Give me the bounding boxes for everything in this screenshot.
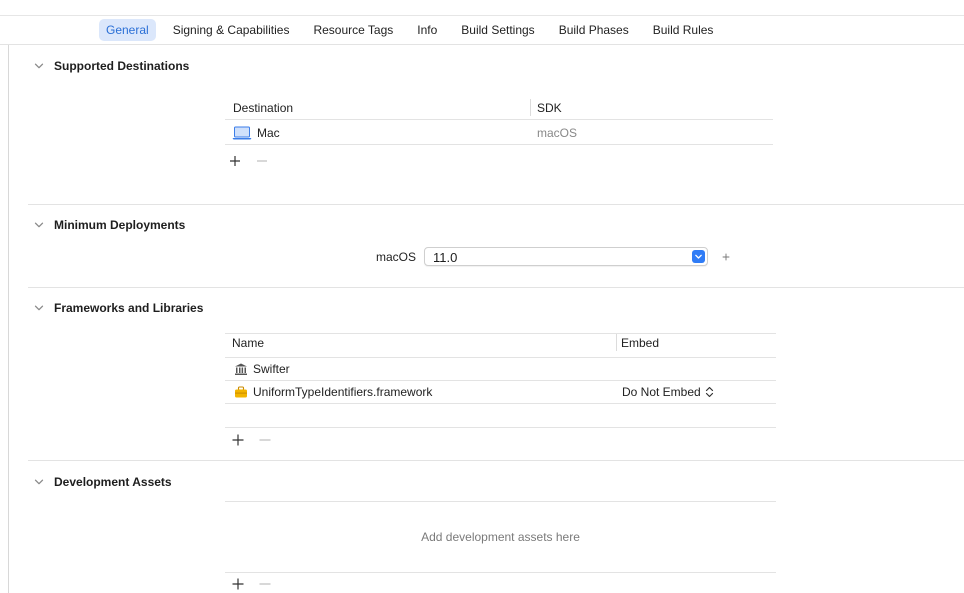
header-divider bbox=[225, 357, 776, 358]
section-divider bbox=[28, 287, 964, 288]
tab-signing-capabilities[interactable]: Signing & Capabilities bbox=[166, 19, 297, 41]
library-icon bbox=[234, 362, 248, 376]
section-minimum-deployments[interactable]: Minimum Deployments bbox=[34, 218, 185, 232]
top-divider bbox=[0, 15, 964, 16]
section-development-assets[interactable]: Development Assets bbox=[34, 475, 172, 489]
destinations-add-remove bbox=[228, 154, 282, 168]
chevron-down-icon[interactable] bbox=[34, 220, 44, 230]
tab-list: General Signing & Capabilities Resource … bbox=[99, 19, 730, 41]
chevron-down-icon[interactable] bbox=[34, 303, 44, 313]
sidebar-divider bbox=[8, 45, 9, 593]
table-top-divider bbox=[225, 501, 776, 502]
embed-value: Do Not Embed bbox=[622, 385, 701, 399]
minus-icon[interactable] bbox=[255, 154, 269, 168]
table-bottom-divider bbox=[225, 572, 776, 573]
tab-build-rules[interactable]: Build Rules bbox=[646, 19, 721, 41]
tab-resource-tags[interactable]: Resource Tags bbox=[306, 19, 400, 41]
column-header-embed[interactable]: Embed bbox=[621, 336, 659, 350]
tab-build-phases[interactable]: Build Phases bbox=[552, 19, 636, 41]
minus-icon[interactable] bbox=[258, 433, 272, 447]
minus-icon[interactable] bbox=[258, 577, 272, 591]
empty-message: Add development assets here bbox=[421, 530, 580, 544]
destination-name: Mac bbox=[257, 126, 280, 140]
tab-build-settings[interactable]: Build Settings bbox=[454, 19, 541, 41]
section-divider bbox=[28, 460, 964, 461]
chevron-down-icon[interactable] bbox=[692, 250, 705, 263]
plus-icon[interactable] bbox=[228, 154, 242, 168]
section-divider bbox=[28, 204, 964, 205]
row-divider bbox=[225, 403, 776, 404]
framework-name: UniformTypeIdentifiers.framework bbox=[253, 385, 433, 399]
framework-toolbox-icon bbox=[234, 385, 248, 399]
sdk-value: macOS bbox=[537, 126, 578, 140]
column-divider bbox=[530, 99, 531, 116]
table-top-divider bbox=[225, 333, 776, 334]
section-title: Supported Destinations bbox=[54, 59, 190, 73]
chevron-down-icon[interactable] bbox=[34, 61, 44, 71]
column-header-sdk[interactable]: SDK bbox=[537, 101, 562, 115]
section-supported-destinations[interactable]: Supported Destinations bbox=[34, 59, 189, 73]
plus-icon[interactable] bbox=[231, 433, 245, 447]
editor-tab-bar: General Signing & Capabilities Resource … bbox=[0, 0, 964, 45]
chevron-down-icon[interactable] bbox=[34, 477, 44, 487]
framework-name: Swifter bbox=[253, 362, 290, 376]
section-title: Frameworks and Libraries bbox=[54, 301, 204, 315]
row-divider bbox=[225, 380, 776, 381]
table-row[interactable]: UniformTypeIdentifiers.framework bbox=[234, 384, 432, 400]
table-row[interactable]: Mac bbox=[232, 125, 280, 141]
laptop-icon bbox=[232, 126, 252, 140]
macos-version-select[interactable]: 11.0 bbox=[424, 247, 708, 266]
row-divider bbox=[225, 144, 773, 145]
section-frameworks-libraries[interactable]: Frameworks and Libraries bbox=[34, 301, 203, 315]
updown-chevron-icon bbox=[705, 386, 714, 398]
frameworks-add-remove bbox=[231, 433, 285, 447]
column-divider bbox=[616, 334, 617, 351]
column-header-destination[interactable]: Destination bbox=[233, 101, 293, 115]
assets-add-remove bbox=[231, 577, 285, 591]
section-title: Minimum Deployments bbox=[54, 218, 186, 232]
table-row[interactable]: Swifter bbox=[234, 361, 290, 377]
tab-info[interactable]: Info bbox=[410, 19, 444, 41]
column-header-name[interactable]: Name bbox=[232, 336, 264, 350]
tab-general[interactable]: General bbox=[99, 19, 156, 41]
section-title: Development Assets bbox=[54, 475, 172, 489]
macos-version-value: 11.0 bbox=[433, 250, 458, 265]
plus-icon[interactable] bbox=[719, 250, 733, 264]
embed-popup[interactable]: Do Not Embed bbox=[622, 384, 714, 400]
header-divider bbox=[225, 119, 773, 120]
deployment-platform-label: macOS bbox=[376, 250, 417, 264]
plus-icon[interactable] bbox=[231, 577, 245, 591]
table-bottom-divider bbox=[225, 427, 776, 428]
